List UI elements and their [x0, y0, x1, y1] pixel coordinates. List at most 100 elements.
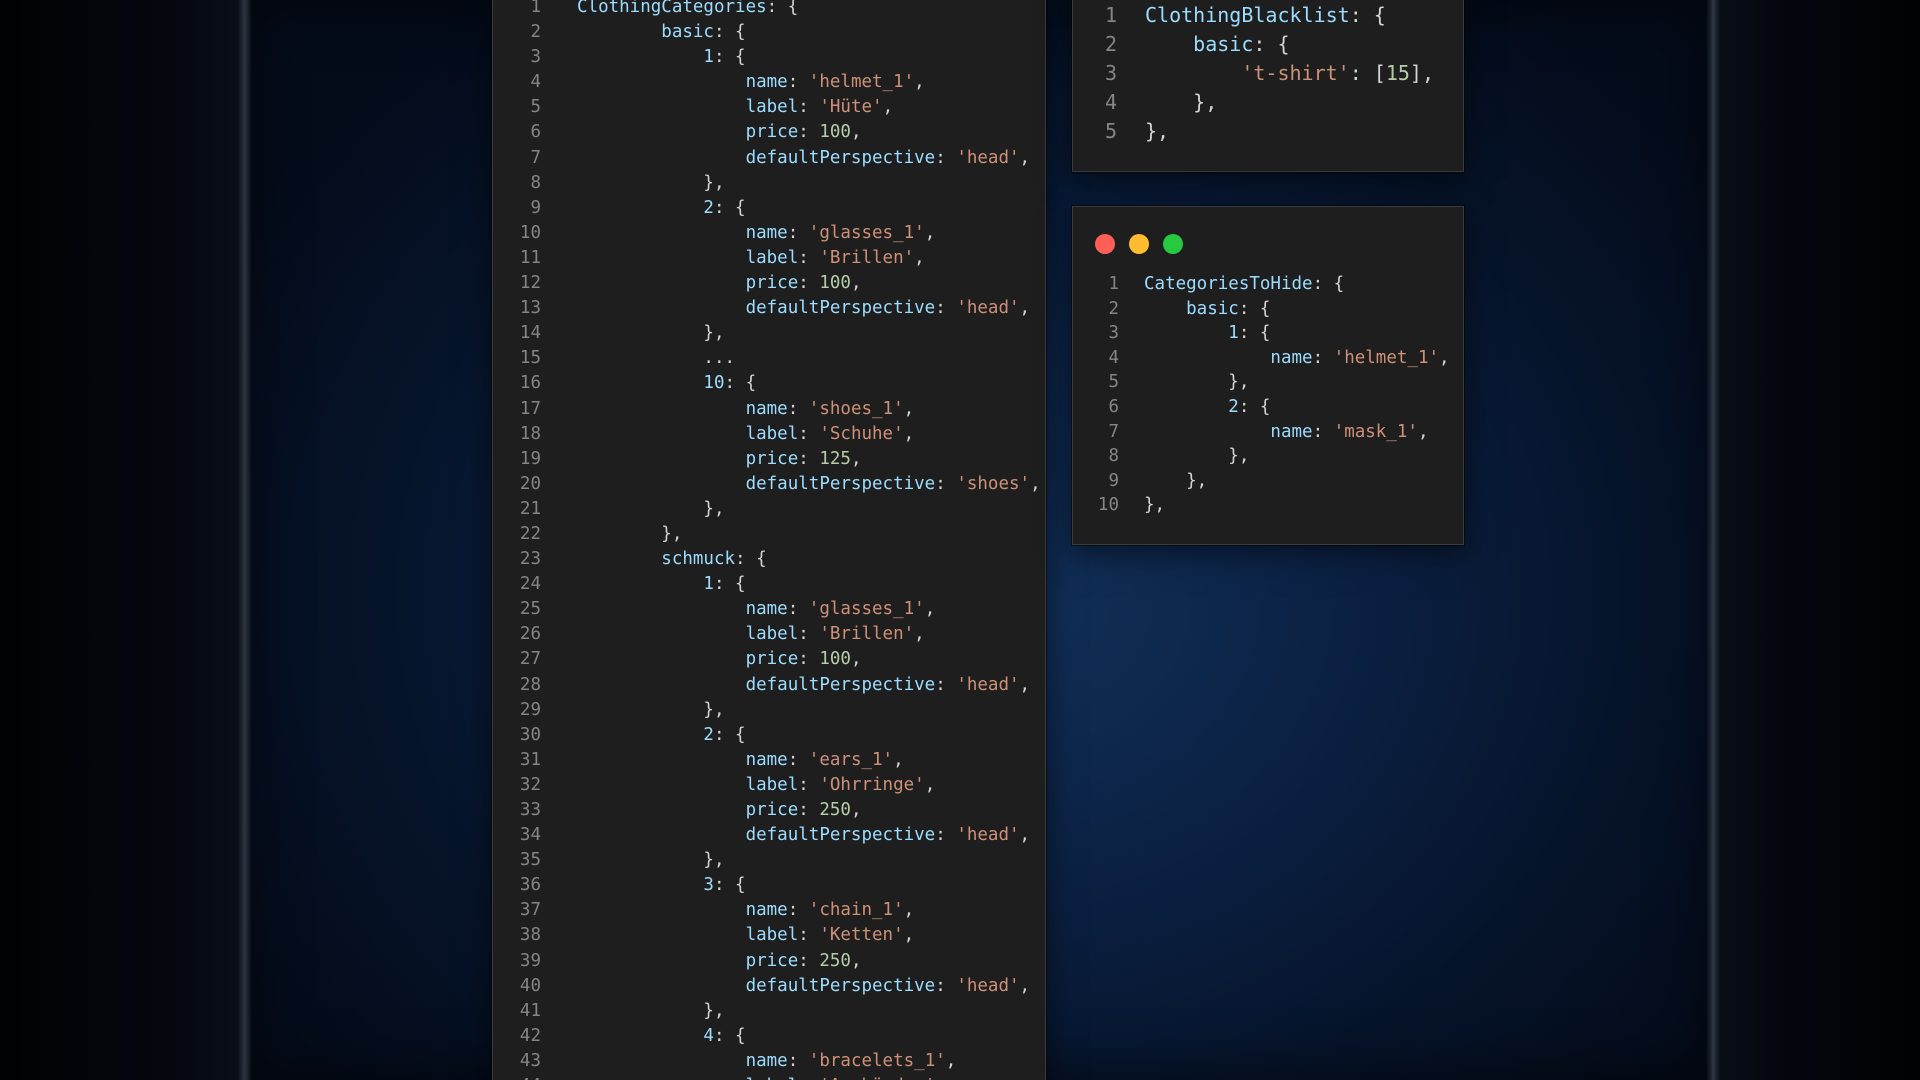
- code-line[interactable]: 39 price: 250,: [493, 949, 1041, 974]
- code-token: },: [1144, 372, 1250, 393]
- line-number: 29: [519, 699, 541, 720]
- code-line[interactable]: 32 label: 'Ohrringe',: [493, 773, 1041, 798]
- left-bezel-edge: [238, 0, 252, 1080]
- code-line[interactable]: 34 defaultPerspective: 'head',: [493, 823, 1041, 848]
- code-line[interactable]: 13 defaultPerspective: 'head',: [493, 296, 1041, 321]
- code-line[interactable]: 2 basic: {: [493, 20, 1041, 45]
- code-line[interactable]: 40 defaultPerspective: 'head',: [493, 974, 1041, 999]
- code-line[interactable]: 10},: [1073, 493, 1450, 518]
- line-number: 10: [1097, 495, 1119, 516]
- code-text: 4: {: [577, 1024, 745, 1049]
- code-line[interactable]: 6 2: {: [1073, 395, 1450, 420]
- code-token: price: [577, 950, 799, 971]
- code-line[interactable]: 18 label: 'Schuhe',: [493, 422, 1041, 447]
- code-token: : {: [724, 373, 757, 394]
- code-line[interactable]: 1 ClothingCategories: {: [493, 0, 1041, 20]
- code-line[interactable]: 30 2: {: [493, 723, 1041, 748]
- code-line[interactable]: 11 label: 'Brillen',: [493, 246, 1041, 271]
- left-dark-margin: [0, 0, 245, 1080]
- code-line[interactable]: 8 },: [1073, 444, 1450, 469]
- code-line[interactable]: 37 name: 'chain_1',: [493, 898, 1041, 923]
- code-token: 'shoes_1': [808, 398, 904, 419]
- code-line[interactable]: 9 2: {: [493, 196, 1041, 221]
- code-text: },: [577, 171, 724, 196]
- code-line[interactable]: 33 price: 250,: [493, 798, 1041, 823]
- code-token: },: [577, 498, 725, 519]
- clothing-blacklist-editor[interactable]: 1 ClothingBlacklist: {2 basic: {3 't-shir…: [1072, 0, 1464, 172]
- line-number: 25: [519, 599, 541, 620]
- code-line[interactable]: 1 ClothingBlacklist: {: [1073, 1, 1434, 30]
- line-number: 42: [519, 1025, 541, 1046]
- code-token: 'glasses_1': [808, 599, 925, 620]
- code-line[interactable]: 4 },: [1073, 88, 1434, 117]
- code-line[interactable]: 36 3: {: [493, 873, 1041, 898]
- code-token: 250: [819, 800, 851, 820]
- code-line[interactable]: 27 price: 100,: [493, 647, 1041, 672]
- code-line[interactable]: 3 1: {: [1073, 321, 1450, 346]
- code-line[interactable]: 9 },: [1073, 469, 1450, 494]
- code-line[interactable]: 17 name: 'shoes_1',: [493, 397, 1041, 422]
- code-text: },: [577, 698, 724, 723]
- code-token: ,: [1019, 298, 1031, 319]
- code-line[interactable]: 6 price: 100,: [493, 120, 1041, 145]
- code-line[interactable]: 38 label: 'Ketten',: [493, 923, 1041, 948]
- code-line[interactable]: 5 label: 'Hüte',: [493, 95, 1041, 120]
- code-line[interactable]: 25 name: 'glasses_1',: [493, 597, 1041, 622]
- code-line[interactable]: 28 defaultPerspective: 'head',: [493, 673, 1041, 698]
- code-text: label: 'Ketten',: [577, 923, 915, 948]
- code-token: price: [577, 448, 799, 469]
- code-line[interactable]: 8 },: [493, 171, 1041, 196]
- code-line[interactable]: 35 },: [493, 848, 1041, 873]
- code-line[interactable]: 26 label: 'Brillen',: [493, 622, 1041, 647]
- code-line[interactable]: 43 name: 'bracelets_1',: [493, 1049, 1041, 1074]
- code-line[interactable]: 4 name: 'helmet_1',: [493, 70, 1041, 95]
- code-line[interactable]: 7 name: 'mask_1',: [1073, 420, 1450, 445]
- code-line[interactable]: 22 },: [493, 522, 1041, 547]
- line-number: 3: [530, 47, 541, 68]
- code-text: name: 'chain_1',: [577, 898, 915, 923]
- code-text: 1: {: [1144, 321, 1270, 346]
- code-line[interactable]: 42 4: {: [493, 1024, 1041, 1049]
- code-line[interactable]: 3 't-shirt': [15],: [1073, 59, 1434, 88]
- code-line[interactable]: 15 ...: [493, 346, 1041, 371]
- code-line[interactable]: 1 CategoriesToHide: {: [1073, 272, 1450, 297]
- code-line[interactable]: 14 },: [493, 321, 1041, 346]
- categories-to-hide-editor[interactable]: 1 CategoriesToHide: {2 basic: {3 1: {4 na…: [1072, 206, 1464, 545]
- minimize-icon[interactable]: [1129, 234, 1149, 254]
- code-line[interactable]: 7 defaultPerspective: 'head',: [493, 146, 1041, 171]
- code-line[interactable]: 24 1: {: [493, 572, 1041, 597]
- code-text: },: [577, 522, 682, 547]
- code-line[interactable]: 44 label: 'Armbänder',: [493, 1074, 1041, 1080]
- code-text: ...: [577, 346, 735, 371]
- code-line[interactable]: 4 name: 'helmet_1',: [1073, 346, 1449, 371]
- code-text: name: 'helmet_1',: [1144, 346, 1449, 371]
- code-line[interactable]: 21 },: [493, 497, 1041, 522]
- line-number: 6: [1108, 396, 1119, 417]
- code-line[interactable]: 5},: [1073, 117, 1434, 146]
- line-number: 27: [519, 649, 541, 670]
- close-icon[interactable]: [1095, 234, 1115, 254]
- maximize-icon[interactable]: [1163, 234, 1183, 254]
- code-line[interactable]: 31 name: 'ears_1',: [493, 748, 1041, 773]
- code-line[interactable]: 12 price: 100,: [493, 271, 1041, 296]
- code-token: 4: [577, 1025, 714, 1046]
- line-number: 3: [1104, 61, 1117, 85]
- code-line[interactable]: 3 1: {: [493, 45, 1041, 70]
- code-line[interactable]: 29 },: [493, 698, 1041, 723]
- code-line[interactable]: 19 price: 125,: [493, 447, 1041, 472]
- code-line[interactable]: 16 10: {: [493, 371, 1041, 396]
- code-line[interactable]: 2 basic: {: [1073, 297, 1450, 322]
- code-line[interactable]: 23 schmuck: {: [493, 547, 1041, 572]
- code-line[interactable]: 5 },: [1073, 370, 1450, 395]
- code-token: },: [1144, 495, 1166, 516]
- code-token: ,: [903, 398, 915, 419]
- clothing-categories-editor[interactable]: 1 ClothingCategories: {2 basic: {3 1: {4 …: [492, 0, 1046, 1080]
- line-number: 2: [1104, 32, 1117, 56]
- code-token: basic: [577, 22, 714, 43]
- code-line[interactable]: 41 },: [493, 999, 1041, 1024]
- code-line[interactable]: 10 name: 'glasses_1',: [493, 221, 1041, 246]
- code-line[interactable]: 20 defaultPerspective: 'shoes',: [493, 472, 1041, 497]
- code-text: name: 'helmet_1',: [577, 70, 925, 95]
- code-line[interactable]: 2 basic: {: [1073, 30, 1434, 59]
- line-number: 22: [519, 523, 541, 544]
